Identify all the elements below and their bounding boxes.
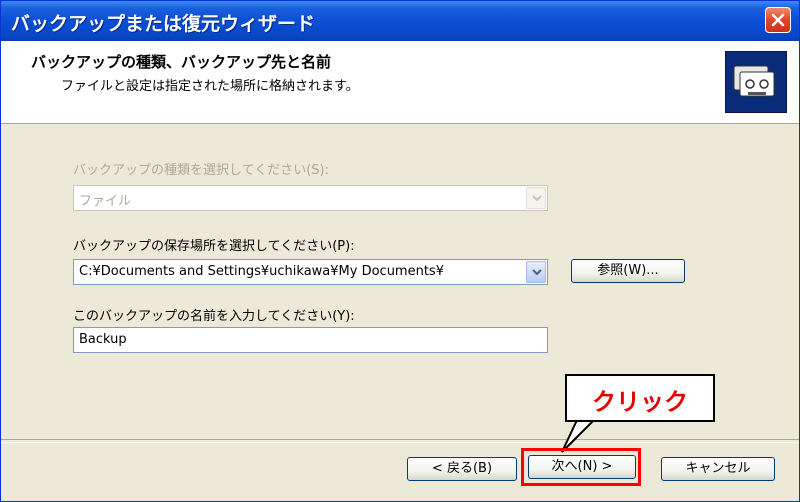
title-bar[interactable]: バックアップまたは復元ウィザード (1, 1, 799, 41)
backup-type-select: ファイル (73, 185, 548, 211)
header-subtitle: ファイルと設定は指定された場所に格納されます。 (61, 79, 359, 94)
chevron-down-icon (532, 269, 542, 276)
backup-type-dropdown-button (526, 187, 546, 209)
backup-tapes-icon (725, 51, 787, 113)
window-title: バックアップまたは復元ウィザード (11, 13, 316, 35)
backup-location-label: バックアップの保存場所を選択してください(P): (73, 239, 355, 254)
backup-name-label: このバックアップの名前を入力してください(Y): (73, 309, 355, 324)
wizard-header: バックアップの種類、バックアップ先と名前 ファイルと設定は指定された場所に格納さ… (1, 41, 799, 124)
backup-type-value: ファイル (79, 194, 132, 209)
backup-location-dropdown-button[interactable] (526, 261, 546, 283)
header-title: バックアップの種類、バックアップ先と名前 (31, 53, 332, 71)
wizard-window: バックアップまたは復元ウィザード バックアップの種類、バックアップ先と名前 ファ… (0, 0, 800, 502)
cancel-button[interactable]: キャンセル (661, 457, 775, 481)
backup-name-value: Backup (79, 332, 127, 347)
button-separator (1, 439, 799, 443)
backup-name-input[interactable]: Backup (73, 327, 548, 353)
chevron-down-icon (532, 195, 542, 202)
close-icon (771, 13, 785, 27)
click-callout-text: クリック (592, 388, 688, 416)
back-button[interactable]: < 戻る(B) (407, 457, 517, 481)
next-button-highlight (521, 448, 641, 486)
backup-location-select[interactable]: C:¥Documents and Settings¥uchikawa¥My Do… (73, 259, 548, 285)
backup-location-value: C:¥Documents and Settings¥uchikawa¥My Do… (79, 264, 444, 279)
backup-type-label: バックアップの種類を選択してください(S): (73, 163, 329, 178)
browse-button[interactable]: 参照(W)... (571, 259, 685, 283)
close-button[interactable] (765, 7, 791, 33)
click-callout: クリック (565, 374, 715, 422)
